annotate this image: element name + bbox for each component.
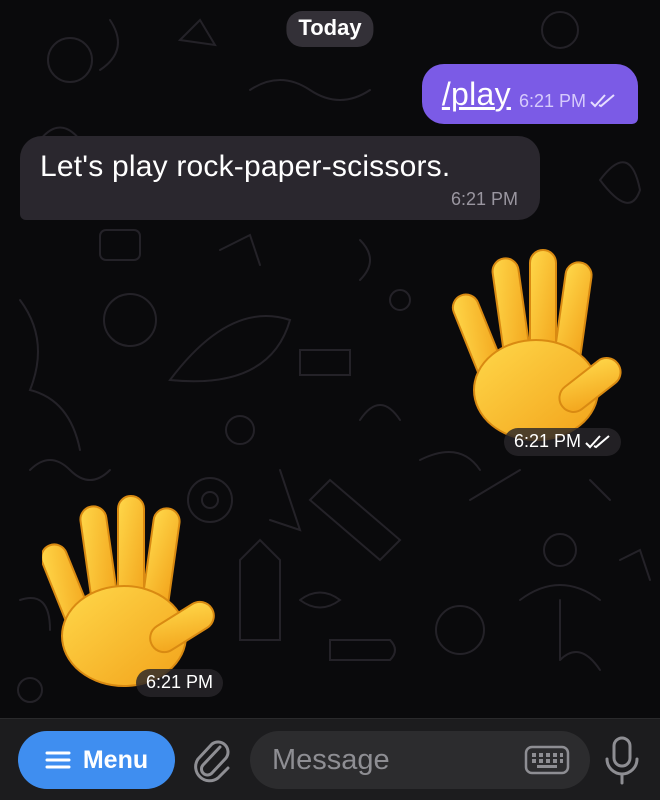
read-checkmarks-icon bbox=[590, 94, 615, 108]
paperclip-icon[interactable] bbox=[190, 737, 234, 783]
message-time: 6:21 PM bbox=[514, 431, 582, 451]
message-input-bar: Menu bbox=[0, 718, 660, 800]
keyboard-icon[interactable] bbox=[524, 745, 570, 775]
menu-button[interactable]: Menu bbox=[18, 731, 175, 789]
menu-icon bbox=[45, 751, 71, 769]
message-field[interactable] bbox=[250, 731, 590, 789]
message-time: 6:21 PM bbox=[146, 672, 214, 692]
menu-label: Menu bbox=[82, 745, 149, 774]
read-checkmarks-icon bbox=[585, 434, 610, 448]
microphone-icon[interactable] bbox=[603, 735, 641, 787]
message-input[interactable] bbox=[272, 731, 512, 789]
incoming-message-bubble[interactable]: Let's play rock-paper-scissors. 6:21 PM bbox=[20, 136, 540, 220]
chat-background: Today /play 6:21 PM Let's play rock-pape… bbox=[0, 0, 660, 718]
message-time: 6:21 PM bbox=[450, 189, 518, 209]
raised-hand-emoji[interactable] bbox=[436, 240, 631, 450]
raised-hand-emoji[interactable] bbox=[42, 484, 237, 694]
command-link[interactable]: /play bbox=[442, 76, 511, 113]
outgoing-message-bubble[interactable]: /play 6:21 PM bbox=[421, 64, 638, 124]
sticker-time-pill: 6:21 PM bbox=[504, 428, 622, 456]
date-separator: Today bbox=[286, 11, 374, 47]
message-text: Let's play rock-paper-scissors. bbox=[40, 150, 451, 183]
sticker-time-pill: 6:21 PM bbox=[136, 669, 224, 697]
message-time: 6:21 PM bbox=[518, 90, 586, 111]
message-meta: 6:21 PM bbox=[519, 91, 616, 112]
